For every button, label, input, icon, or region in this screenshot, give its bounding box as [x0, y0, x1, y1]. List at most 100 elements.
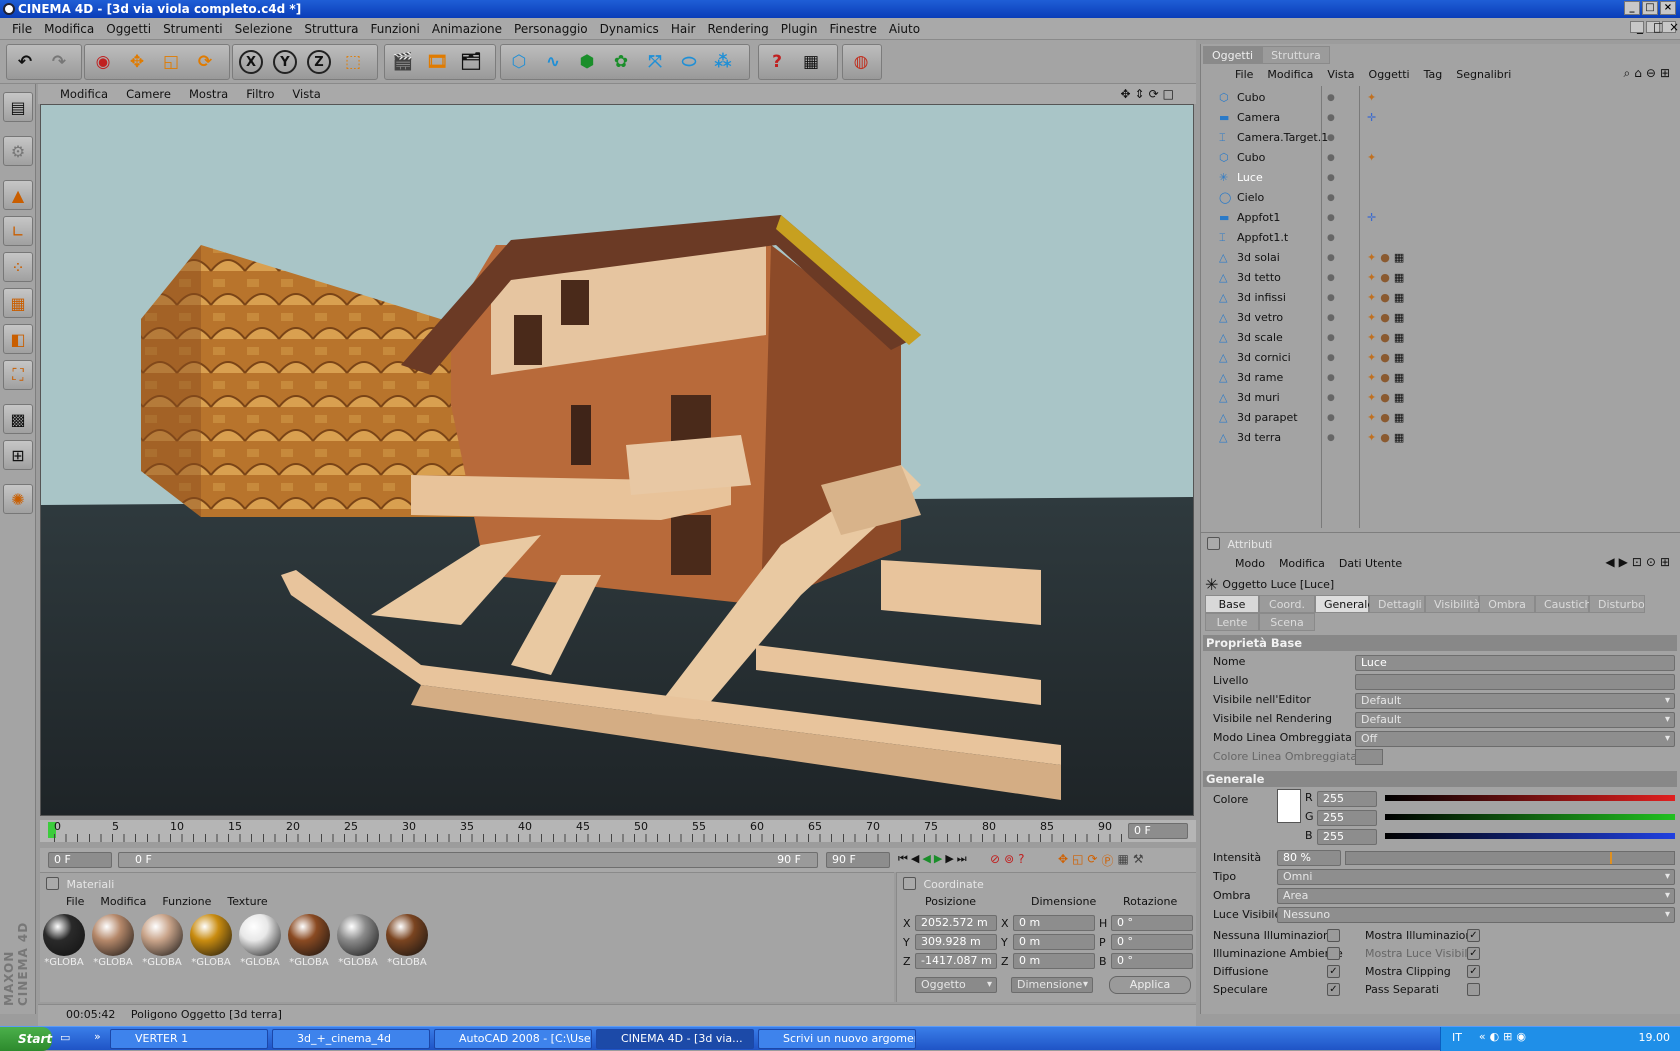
doc-close-button[interactable]: × — [1662, 21, 1679, 33]
start-frame-field[interactable]: 0 F — [48, 852, 112, 868]
object-tags[interactable]: ✦ — [1367, 88, 1380, 108]
menu-oggetti[interactable]: Oggetti — [100, 22, 157, 36]
object-row[interactable]: △ 3d vetro ● ✦●▦ — [1201, 308, 1680, 328]
attr-menu-dati-utente[interactable]: Dati Utente — [1339, 557, 1402, 570]
live-selection-icon[interactable]: ◉ — [87, 46, 119, 78]
object-row[interactable]: △ 3d terra ● ✦●▦ — [1201, 428, 1680, 448]
doc-maximize-button[interactable]: □ — [1646, 21, 1664, 33]
option-checkbox[interactable]: ✓ — [1467, 929, 1480, 942]
object-row[interactable]: ⬡ Cubo ● ✦ — [1201, 148, 1680, 168]
z-axis-toggle[interactable]: Z — [307, 50, 331, 74]
object-row[interactable]: ⌶ Appfot1.t ● — [1201, 228, 1680, 248]
tab-generale[interactable]: Generale — [1315, 595, 1374, 613]
apply-button[interactable]: Applica — [1109, 976, 1191, 994]
obj-menu-modifica[interactable]: Modifica — [1267, 68, 1313, 81]
position-input[interactable]: -1417.087 m — [915, 953, 997, 969]
option-checkbox[interactable]: ✓ — [1327, 965, 1340, 978]
material-item[interactable]: *GLOBA — [140, 913, 184, 973]
render-picture-viewer-icon[interactable]: 🎞 — [421, 46, 453, 78]
nurbs-icon[interactable]: ⬢ — [571, 46, 603, 78]
viewport-menu-filtro[interactable]: Filtro — [238, 87, 284, 101]
tab-dettagli[interactable]: Dettagli — [1369, 595, 1425, 613]
key-param-icon[interactable]: Ⓟ — [1101, 852, 1113, 869]
obj-menu-oggetti[interactable]: Oggetti — [1369, 68, 1410, 81]
obj-search-icon[interactable]: ⌕⌂⊖⊞ — [1624, 66, 1674, 81]
visibility-dots-icon[interactable]: ● — [1327, 228, 1335, 248]
menu-struttura[interactable]: Struttura — [298, 22, 364, 36]
visibility-dots-icon[interactable]: ● — [1327, 168, 1335, 188]
3d-viewport[interactable] — [40, 104, 1194, 816]
web-browser-icon[interactable]: ◍ — [845, 46, 877, 78]
visibility-dots-icon[interactable]: ● — [1327, 108, 1335, 128]
luce-visibile-select[interactable]: Nessuno — [1277, 907, 1675, 923]
object-tags[interactable]: ✦●▦ — [1367, 368, 1408, 388]
tray-icons[interactable]: «◐⊞◉ — [1479, 1030, 1530, 1043]
mat-menu-texture[interactable]: Texture — [227, 895, 267, 908]
g-slider[interactable] — [1385, 814, 1675, 820]
object-tags[interactable]: ✦●▦ — [1367, 328, 1408, 348]
object-tags[interactable]: ✛ — [1367, 108, 1380, 128]
mat-menu-modifica[interactable]: Modifica — [100, 895, 146, 908]
linea-select[interactable]: Off — [1355, 731, 1675, 747]
coord-mode-select[interactable]: Oggetto — [915, 977, 997, 993]
object-tags[interactable]: ✦●▦ — [1367, 428, 1408, 448]
attr-menu-modo[interactable]: Modo — [1235, 557, 1265, 570]
visibility-dots-icon[interactable]: ● — [1327, 208, 1335, 228]
tab-lente[interactable]: Lente — [1205, 613, 1259, 631]
vis-editor-select[interactable]: Default — [1355, 693, 1675, 709]
timeline-ruler[interactable]: 0 5 10 15 20 25 30 35 40 45 50 55 60 65 … — [40, 820, 1196, 842]
prev-key-icon[interactable]: ◀ — [911, 852, 919, 866]
object-row[interactable]: △ 3d parapet ● ✦●▦ — [1201, 408, 1680, 428]
menu-aiuto[interactable]: Aiuto — [883, 22, 926, 36]
r-slider[interactable] — [1385, 795, 1675, 801]
minimize-button[interactable]: _ — [1624, 1, 1640, 15]
menu-personaggio[interactable]: Personaggio — [508, 22, 594, 36]
tab-ombra[interactable]: Ombra — [1479, 595, 1535, 613]
ombra-select[interactable]: Area — [1277, 888, 1675, 904]
object-tags[interactable]: ✦●▦ — [1367, 348, 1408, 368]
b-slider[interactable] — [1385, 833, 1675, 839]
help-calendar-icon[interactable]: ▦ — [795, 46, 827, 78]
object-tags[interactable]: ✦●▦ — [1367, 408, 1408, 428]
livello-field[interactable] — [1355, 674, 1675, 690]
autokey-icon[interactable]: ⊚ — [1004, 852, 1014, 866]
tab-caustiche[interactable]: Caustiche — [1535, 595, 1598, 613]
position-input[interactable]: 309.928 m — [915, 934, 997, 950]
tab-disturbo[interactable]: Disturbo — [1589, 595, 1645, 613]
task-verter[interactable]: VERTER 1 — [110, 1029, 268, 1049]
menu-rendering[interactable]: Rendering — [701, 22, 774, 36]
object-row[interactable]: ✳ Luce ● — [1201, 168, 1680, 188]
visibility-dots-icon[interactable]: ● — [1327, 368, 1335, 388]
visibility-dots-icon[interactable]: ● — [1327, 268, 1335, 288]
option-checkbox[interactable]: ✓ — [1467, 947, 1480, 960]
visibility-dots-icon[interactable]: ● — [1327, 88, 1335, 108]
dimension-input[interactable]: 0 m — [1013, 934, 1095, 950]
option-checkbox[interactable] — [1327, 947, 1340, 960]
menu-selezione[interactable]: Selezione — [229, 22, 299, 36]
task-cinema4d[interactable]: CINEMA 4D - [3d via... — [596, 1029, 754, 1049]
y-axis-toggle[interactable]: Y — [273, 50, 297, 74]
visibility-dots-icon[interactable]: ● — [1327, 188, 1335, 208]
menu-file[interactable]: File — [6, 22, 38, 36]
dimension-input[interactable]: 0 m — [1013, 915, 1095, 931]
visibility-dots-icon[interactable]: ● — [1327, 328, 1335, 348]
viewport-menu-modifica[interactable]: Modifica — [52, 87, 118, 101]
key-rotation-icon[interactable]: ⟳ — [1087, 852, 1097, 869]
option-checkbox[interactable] — [1467, 983, 1480, 996]
maximize-button[interactable]: □ — [1642, 1, 1658, 15]
tab-struttura[interactable]: Struttura — [1262, 46, 1330, 64]
scene-object-icon[interactable]: ⬭ — [673, 46, 705, 78]
obj-menu-vista[interactable]: Vista — [1327, 68, 1354, 81]
record-icon[interactable]: ⊘ — [990, 852, 1000, 866]
close-button[interactable]: × — [1660, 1, 1676, 15]
material-item[interactable]: *GLOBA — [91, 913, 135, 973]
next-key-icon[interactable]: ▶ — [945, 852, 953, 866]
object-tags[interactable]: ✦ — [1367, 148, 1380, 168]
key-scale-icon[interactable]: ◱ — [1072, 852, 1083, 869]
object-row[interactable]: △ 3d cornici ● ✦●▦ — [1201, 348, 1680, 368]
polygons-mode-icon[interactable]: ◧ — [3, 324, 33, 354]
material-item[interactable]: *GLOBA — [336, 913, 380, 973]
sculpt-tool-icon[interactable]: ✺ — [3, 484, 33, 514]
keyframe-help-icon[interactable]: ? — [1018, 852, 1024, 866]
tab-scena[interactable]: Scena — [1259, 613, 1315, 631]
